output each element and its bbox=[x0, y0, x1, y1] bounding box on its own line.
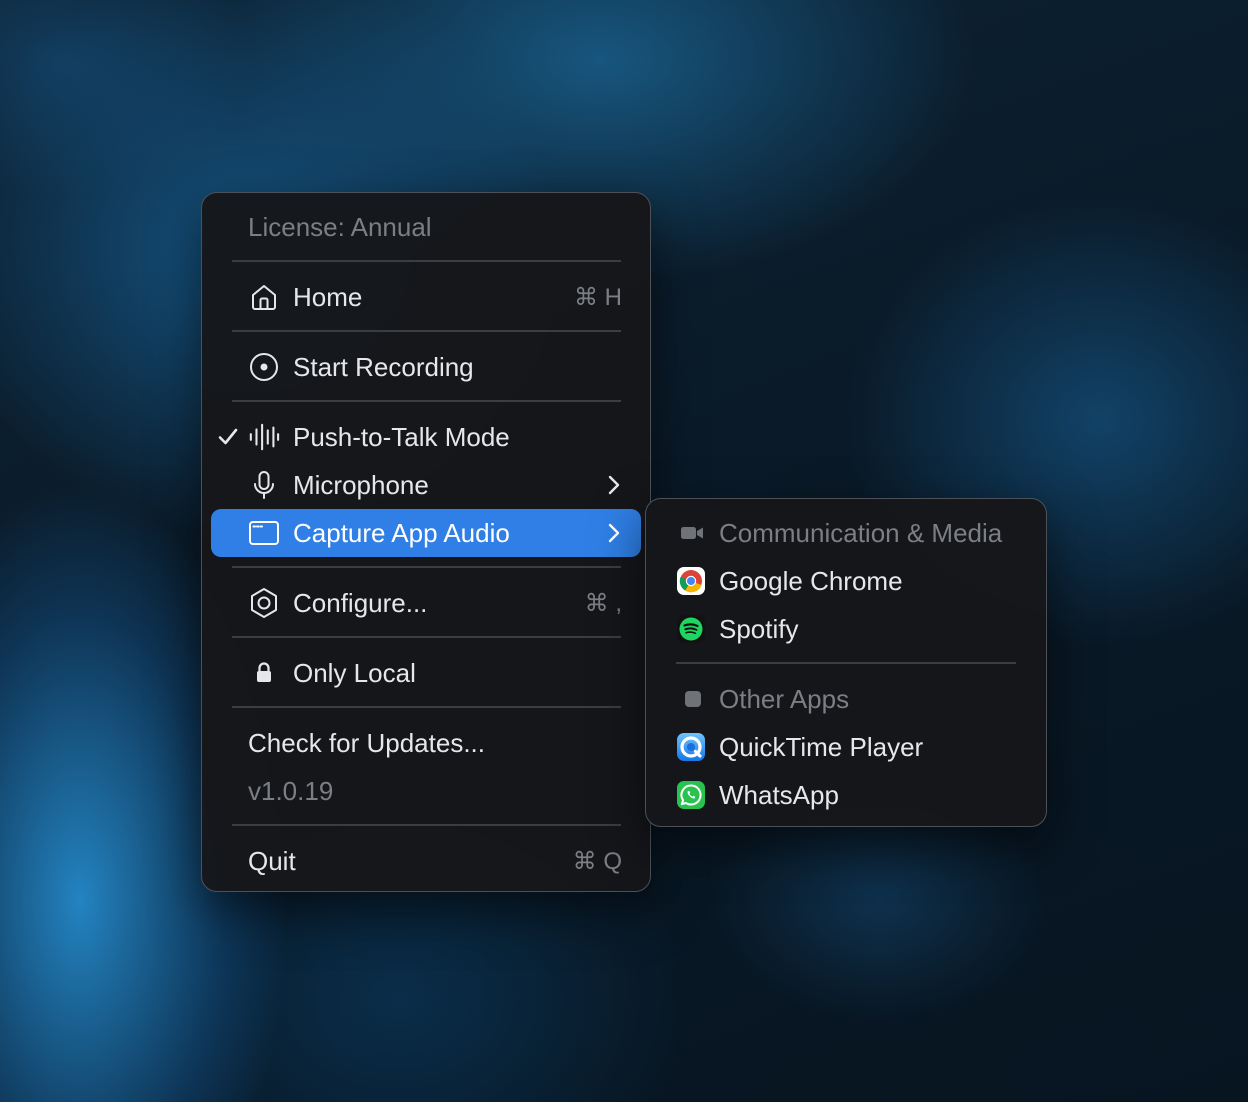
chrome-icon bbox=[677, 567, 705, 595]
home-icon bbox=[248, 281, 280, 313]
waveform-icon bbox=[248, 421, 280, 453]
section-header-other: Other Apps bbox=[655, 675, 1037, 723]
license-label: License: Annual bbox=[248, 211, 432, 242]
submenu-item-whatsapp[interactable]: WhatsApp bbox=[655, 771, 1037, 819]
quicktime-player-label: QuickTime Player bbox=[719, 731, 924, 762]
version-info: v1.0.19 bbox=[211, 767, 641, 815]
lock-icon bbox=[248, 657, 280, 689]
section-other-label: Other Apps bbox=[719, 683, 850, 714]
license-status: License: Annual bbox=[211, 203, 641, 251]
configure-shortcut: ⌘ , bbox=[584, 589, 622, 617]
menu-item-push-to-talk[interactable]: Push-to-Talk Mode bbox=[211, 413, 641, 461]
chevron-right-icon bbox=[607, 522, 621, 544]
microphone-label: Microphone bbox=[293, 469, 429, 500]
menu-item-home[interactable]: Home ⌘ H bbox=[211, 273, 641, 321]
separator bbox=[232, 260, 621, 262]
separator bbox=[232, 706, 621, 708]
version-label: v1.0.19 bbox=[248, 775, 334, 806]
separator bbox=[232, 330, 621, 332]
app-menu: License: Annual Home ⌘ H Start Recording bbox=[201, 192, 651, 892]
google-chrome-label: Google Chrome bbox=[719, 565, 903, 596]
app-square-icon bbox=[685, 691, 701, 707]
menu-item-microphone[interactable]: Microphone bbox=[211, 461, 641, 509]
push-to-talk-label: Push-to-Talk Mode bbox=[293, 421, 510, 452]
submenu-item-quicktime-player[interactable]: QuickTime Player bbox=[655, 723, 1037, 771]
video-camera-icon bbox=[681, 523, 705, 543]
home-shortcut: ⌘ H bbox=[574, 283, 622, 311]
whatsapp-icon bbox=[677, 781, 705, 809]
record-icon bbox=[248, 351, 280, 383]
check-updates-label: Check for Updates... bbox=[248, 727, 485, 758]
microphone-icon bbox=[248, 469, 280, 501]
capture-app-audio-label: Capture App Audio bbox=[293, 517, 510, 548]
menu-item-only-local[interactable]: Only Local bbox=[211, 649, 641, 697]
menu-item-check-updates[interactable]: Check for Updates... bbox=[211, 719, 641, 767]
settings-icon bbox=[248, 587, 280, 619]
only-local-label: Only Local bbox=[293, 657, 416, 688]
separator bbox=[232, 400, 621, 402]
checkmark-icon bbox=[218, 428, 238, 445]
menu-item-start-recording[interactable]: Start Recording bbox=[211, 343, 641, 391]
submenu-item-spotify[interactable]: Spotify bbox=[655, 605, 1037, 653]
spotify-label: Spotify bbox=[719, 613, 799, 644]
home-label: Home bbox=[293, 281, 363, 312]
quit-label: Quit bbox=[248, 845, 296, 876]
separator bbox=[232, 636, 621, 638]
menu-item-configure[interactable]: Configure... ⌘ , bbox=[211, 579, 641, 627]
whatsapp-label: WhatsApp bbox=[719, 779, 839, 810]
quicktime-icon bbox=[677, 733, 705, 761]
capture-app-audio-submenu: Communication & Media Google Chrome Spot… bbox=[645, 498, 1047, 827]
separator bbox=[232, 566, 621, 568]
section-header-media: Communication & Media bbox=[655, 509, 1037, 557]
section-media-label: Communication & Media bbox=[719, 517, 1003, 548]
menu-item-capture-app-audio[interactable]: Capture App Audio bbox=[211, 509, 641, 557]
submenu-item-google-chrome[interactable]: Google Chrome bbox=[655, 557, 1037, 605]
chevron-right-icon bbox=[607, 474, 621, 496]
menu-item-quit[interactable]: Quit ⌘ Q bbox=[211, 837, 641, 885]
separator bbox=[676, 662, 1016, 664]
quit-shortcut: ⌘ Q bbox=[572, 847, 622, 875]
start-recording-label: Start Recording bbox=[293, 351, 474, 382]
separator bbox=[232, 824, 621, 826]
spotify-icon bbox=[677, 615, 705, 643]
configure-label: Configure... bbox=[293, 587, 428, 618]
app-window-icon bbox=[248, 517, 280, 549]
